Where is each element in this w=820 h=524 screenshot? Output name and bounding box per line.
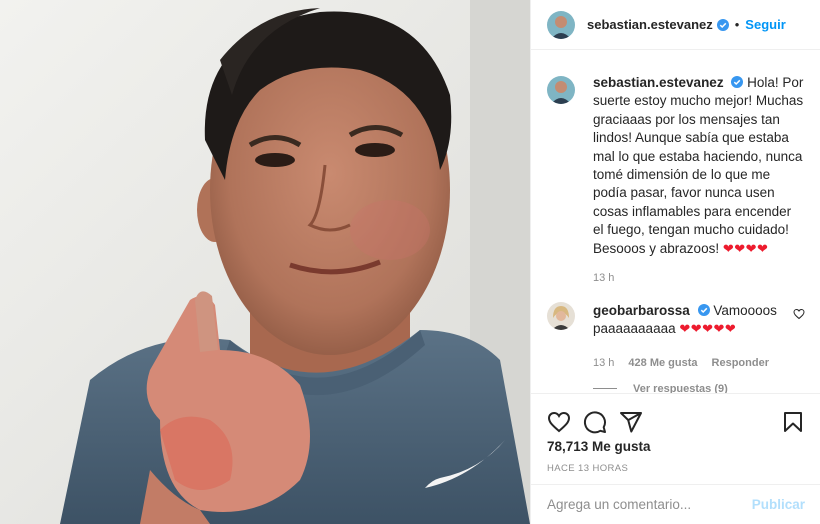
caption-time: 13 h [593,272,615,285]
view-replies-button[interactable]: Ver respuestas (9) [593,383,805,393]
publish-button[interactable]: Publicar [752,497,805,512]
post-photo[interactable] [0,0,530,524]
paper-plane-icon[interactable] [619,410,643,434]
separator-dot: • [734,17,740,32]
comment-item: geobarbarossa Vamoooos paaaaaaaaaa ❤❤❤❤❤… [547,302,805,369]
post-timestamp[interactable]: HACE 13 HORAS [547,463,628,474]
follow-button[interactable]: Seguir [745,17,785,32]
comments-list[interactable]: sebastian.estevanez Hola! Por suerte est… [531,50,820,393]
bookmark-icon[interactable] [781,410,805,434]
comment-composer: Publicar [531,484,820,524]
author-username[interactable]: sebastian.estevanez [587,17,713,32]
post-header: sebastian.estevanez • Seguir [531,0,820,50]
commenter-username[interactable]: geobarbarossa [593,303,690,318]
heart-outline-icon[interactable] [547,410,571,434]
comment-input[interactable] [547,497,744,512]
likes-count[interactable]: 78,713 Me gusta [547,439,651,454]
author-avatar[interactable] [547,10,575,39]
reply-button[interactable]: Responder [712,357,769,369]
post-caption: sebastian.estevanez Hola! Por suerte est… [547,74,805,284]
post-photo-image [0,0,530,524]
small-heart-icon[interactable] [793,308,805,320]
caption-author-avatar[interactable] [547,76,575,104]
verified-badge-icon [697,304,710,317]
action-icons [547,410,805,434]
comment-hearts-emoji: ❤❤❤❤❤ [679,321,737,337]
view-replies-label: Ver respuestas (9) [633,382,728,393]
verified-badge-icon [731,76,744,88]
post-actions: 78,713 Me gusta HACE 13 HORAS [531,393,820,493]
caption-hearts-emoji: ❤❤❤❤ [722,240,769,256]
verified-badge-icon [716,18,729,31]
caption-username[interactable]: sebastian.estevanez [593,75,724,90]
commenter-avatar[interactable] [547,302,575,331]
post-side-panel: sebastian.estevanez • Seguir sebastian.e… [530,0,820,524]
comment-bubble-icon[interactable] [583,410,607,434]
replies-divider-line [593,388,617,390]
comment-time[interactable]: 13 h [593,357,614,369]
comment-meta: 13 h 428 Me gusta Responder [593,357,793,369]
caption-text: Hola! Por suerte estoy mucho mejor! Much… [593,75,804,256]
comment-likes[interactable]: 428 Me gusta [628,357,697,369]
